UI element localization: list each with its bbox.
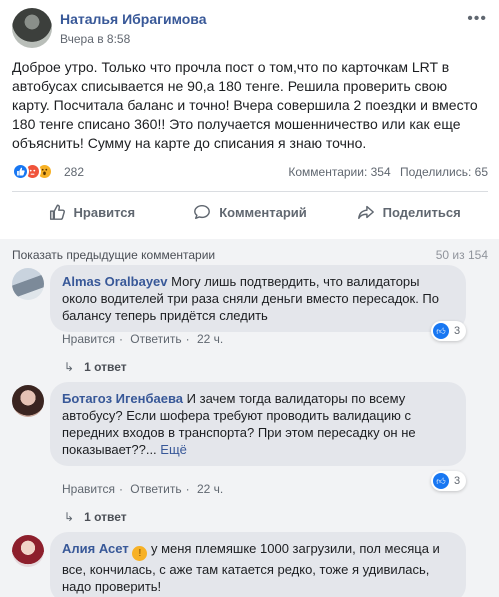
comment-like-badge[interactable]: 👍︎ 3 [431,471,467,491]
share-arrow-icon [357,203,375,221]
view-replies-link[interactable]: ↳ 1 ответ [64,360,127,374]
post-action-bar: Нравится Комментарий Поделиться [12,196,488,228]
comment-time[interactable]: 22 ч. [197,332,223,346]
commenter-name[interactable]: Алия Асет [62,541,129,556]
comments-count[interactable]: Комментарии: 354 [288,165,390,179]
view-replies-link[interactable]: ↳ 1 ответ [64,510,127,524]
post-text: Доброе утро. Только что прочла пост о то… [12,59,478,151]
divider [12,191,488,192]
commenter-avatar[interactable] [12,268,44,300]
thumbs-up-icon: 👍︎ [433,323,449,339]
comment-bubble: Алия Асет ! у меня племяшке 1000 загрузи… [50,532,466,597]
comment-reply-link[interactable]: Ответить [130,332,181,346]
comment-reply-link[interactable]: Ответить [130,482,181,496]
reply-arrow-icon: ↳ [64,360,75,374]
comment-button-label: Комментарий [219,204,307,220]
reply-arrow-icon: ↳ [64,510,75,524]
share-button-label: Поделиться [382,204,461,220]
comment-button[interactable]: Комментарий [171,196,330,228]
comment-bubble: Ботагоз Игенбаева И зачем тогда валидато… [50,382,466,466]
scream-emoji-icon: ! [132,546,148,561]
like-reaction-icon [12,163,29,180]
like-button-label: Нравится [73,204,136,220]
replies-count: 1 ответ [84,510,127,524]
comment-time[interactable]: 22 ч. [197,482,223,496]
share-button[interactable]: Поделиться [329,196,488,228]
author-avatar[interactable] [12,8,52,48]
thumbs-up-icon: 👍︎ [433,473,449,489]
shares-count[interactable]: Поделились: 65 [400,165,488,179]
speech-bubble-icon [193,203,211,221]
comment-like-link[interactable]: Нравится [62,332,115,346]
comments-counter: 50 из 154 [435,248,488,262]
reaction-count: 282 [64,165,85,179]
comment-bubble: Almas Oralbayev Могу лишь подтвердить, ч… [50,265,466,332]
post-counts: Комментарии: 354 Поделились: 65 [282,165,488,179]
reactions-summary[interactable]: 282 Комментарии: 354 Поделились: 65 [12,162,488,182]
see-more-link[interactable]: Ещё [160,442,187,457]
like-button[interactable]: Нравится [12,196,171,228]
commenter-avatar[interactable] [12,535,44,567]
show-previous-comments-link[interactable]: Показать предыдущие комментарии [12,248,215,262]
comment-like-badge[interactable]: 👍︎ 3 [431,321,467,341]
author-name[interactable]: Наталья Ибрагимова [60,11,207,27]
comment-like-count: 3 [454,325,461,337]
replies-count: 1 ответ [84,360,127,374]
commenter-name[interactable]: Almas Oralbayev [62,274,168,289]
comments-section: Показать предыдущие комментарии 50 из 15… [0,239,499,597]
thumbs-up-icon [48,203,66,221]
comment-actions: Нравится · Ответить · 22 ч. [62,332,224,346]
more-options-icon[interactable]: ••• [467,10,487,28]
post-timestamp[interactable]: Вчера в 8:58 [60,32,130,46]
commenter-name[interactable]: Ботагоз Игенбаева [62,391,183,406]
comment-actions: Нравится · Ответить · 22 ч. [62,482,224,496]
comment-like-link[interactable]: Нравится [62,482,115,496]
post-header: Наталья Ибрагимова Вчера в 8:58 ••• [12,8,487,50]
comment-like-count: 3 [454,475,461,487]
commenter-avatar[interactable] [12,385,44,417]
